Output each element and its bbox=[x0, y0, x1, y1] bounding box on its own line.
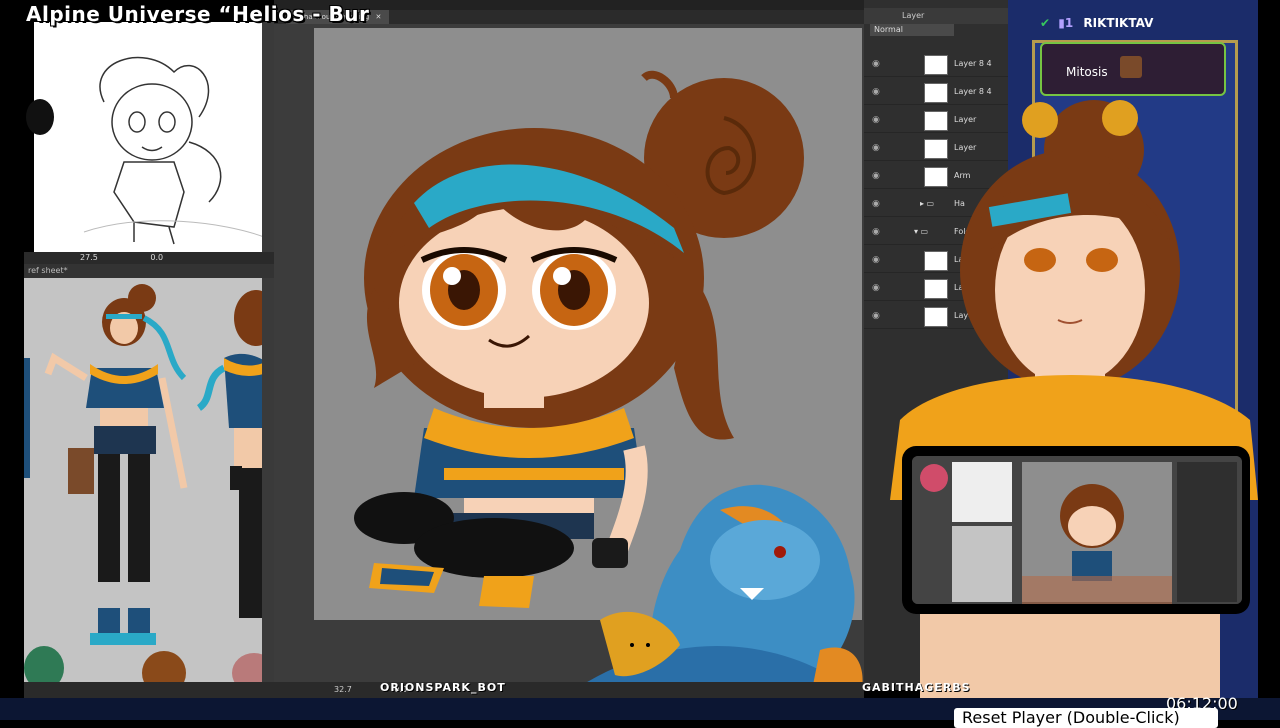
eye-icon[interactable]: ◉ bbox=[872, 283, 880, 293]
layer-row[interactable]: ◉ Layer 8 4 bbox=[864, 52, 1010, 77]
screen-preview-image bbox=[912, 456, 1242, 604]
eye-icon[interactable]: ◉ bbox=[872, 171, 880, 181]
blend-mode-select[interactable]: Normal bbox=[870, 24, 954, 36]
navigator-toolbar: 27.5 0.0 bbox=[24, 252, 274, 264]
checkmark-icon: ✔ bbox=[1040, 16, 1051, 30]
stream-title: Alpine Universe “Helios - Bur bbox=[26, 2, 370, 26]
alert-emote bbox=[1120, 56, 1142, 78]
twitch-user-badge: ✔ ▮1 RIKTIKTAV bbox=[1040, 16, 1153, 30]
right-letterbox bbox=[1258, 0, 1280, 720]
layer-panel-header: Layer bbox=[864, 8, 1010, 24]
layer-name: Layer 8 4 bbox=[954, 59, 992, 68]
beast-character bbox=[560, 484, 863, 700]
eye-icon[interactable]: ◉ bbox=[872, 115, 880, 125]
sketch-preview bbox=[24, 22, 265, 254]
navigator-zoom[interactable]: 27.5 bbox=[80, 253, 98, 262]
reference-sheet-image bbox=[24, 278, 278, 695]
layer-header-label: Layer bbox=[902, 11, 925, 20]
left-letterbox bbox=[0, 0, 24, 720]
eye-icon[interactable]: ◉ bbox=[872, 199, 880, 209]
reference-panel bbox=[24, 278, 278, 695]
alert-text: Mitosis bbox=[1066, 65, 1108, 79]
eye-icon[interactable]: ◉ bbox=[872, 59, 880, 69]
navigator-scrollbar[interactable] bbox=[262, 22, 274, 252]
eye-icon[interactable]: ◉ bbox=[872, 227, 880, 237]
eye-icon[interactable]: ◉ bbox=[872, 311, 880, 321]
reset-player-button[interactable]: Reset Player (Double-Click) bbox=[954, 708, 1218, 728]
reference-scrollbar[interactable] bbox=[262, 278, 274, 683]
credit-left: ORIONSPARK_BOT bbox=[380, 681, 506, 694]
reference-tab[interactable]: ref sheet* bbox=[24, 264, 274, 278]
eye-icon[interactable]: ◉ bbox=[872, 87, 880, 97]
alert-box: Mitosis bbox=[1040, 42, 1226, 96]
layer-thumbnail bbox=[924, 55, 948, 75]
twitch-username: RIKTIKTAV bbox=[1083, 16, 1154, 30]
credit-right: GABITHAGERBS bbox=[862, 681, 971, 694]
eye-icon[interactable]: ◉ bbox=[872, 143, 880, 153]
navigator-rotation[interactable]: 0.0 bbox=[150, 253, 163, 262]
screen-preview bbox=[912, 456, 1242, 604]
canvas-zoom[interactable]: 32.7 bbox=[334, 685, 352, 694]
reference-tab-label: ref sheet* bbox=[28, 266, 68, 275]
eye-icon[interactable]: ◉ bbox=[872, 255, 880, 265]
sub-badge-icon: ▮1 bbox=[1058, 16, 1074, 30]
navigator-panel bbox=[24, 22, 274, 254]
close-icon[interactable]: ✕ bbox=[375, 13, 381, 21]
